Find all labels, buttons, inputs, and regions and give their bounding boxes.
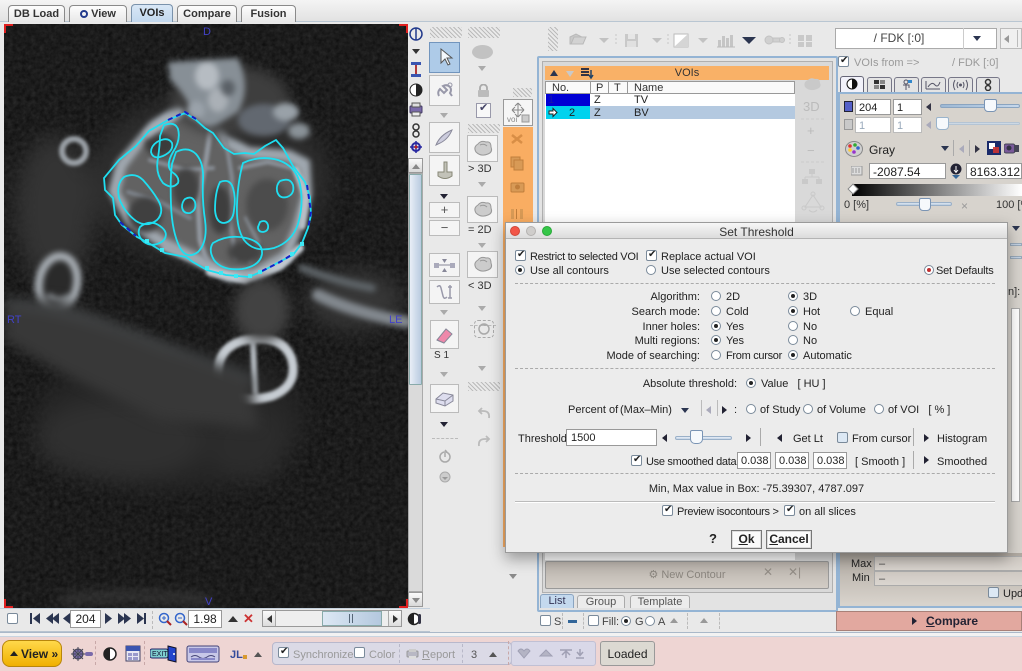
svg-text:JL: JL — [230, 649, 243, 661]
svg-text:RT: RT — [7, 314, 22, 326]
svg-text:3D: 3D — [803, 99, 820, 114]
svg-text:−: − — [807, 143, 815, 158]
svg-text:EXIT: EXIT — [152, 651, 168, 658]
svg-text:LE: LE — [389, 314, 402, 326]
svg-text:D: D — [203, 26, 211, 38]
svg-text:voi: voi — [507, 115, 517, 124]
svg-text:+: + — [807, 123, 815, 138]
svg-text:V: V — [205, 596, 213, 608]
